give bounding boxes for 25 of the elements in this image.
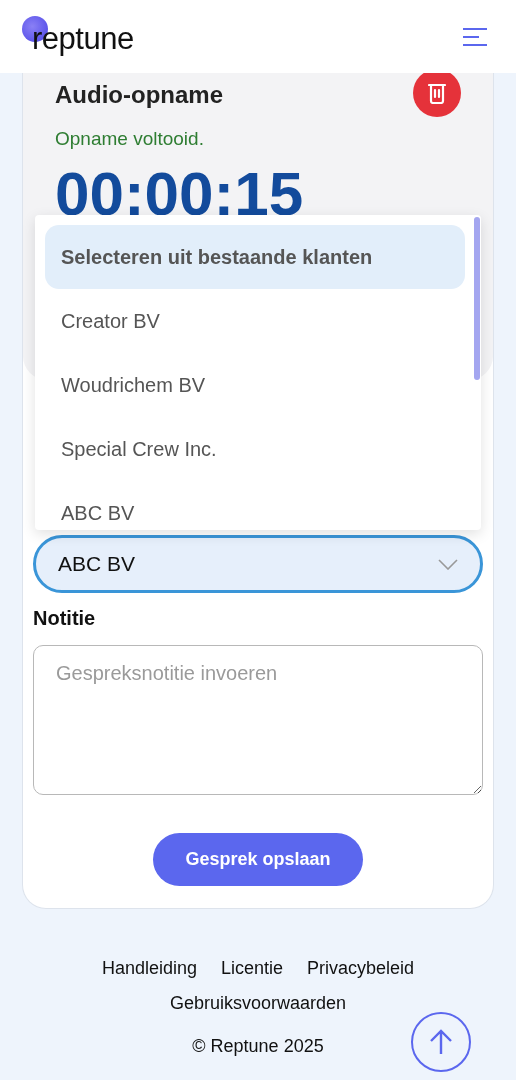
menu-icon[interactable] (462, 27, 488, 46)
footer-link[interactable]: Privacybeleid (307, 955, 415, 982)
timer: 00:00:15 (55, 159, 305, 228)
dropdown-option[interactable]: Woudrichem BV (45, 353, 465, 417)
footer-link[interactable]: Gebruiksvoorwaarden (169, 990, 347, 1017)
save-button[interactable]: Gesprek opslaan (153, 833, 363, 886)
dropdown-option[interactable]: Selecteren uit bestaande klanten (45, 225, 465, 289)
section-title: Audio-opname (55, 80, 223, 110)
scroll-top-button[interactable] (411, 1012, 471, 1072)
logo[interactable]: reptune (22, 15, 134, 58)
scrollbar-thumb[interactable] (474, 217, 480, 380)
note-field[interactable]: Gespreksnotitie invoeren (33, 645, 483, 795)
footer-link[interactable]: Handleiding (101, 955, 197, 982)
dropdown-option[interactable]: Special Crew Inc. (45, 417, 465, 481)
footer-link[interactable]: Licentie (221, 955, 284, 982)
delete-button[interactable] (413, 73, 461, 117)
arrow-up-icon (430, 1029, 452, 1055)
copyright-text: © Reptune 2025 (192, 1036, 324, 1056)
dropdown-option[interactable]: Creator BV (45, 289, 465, 353)
chevron-down-icon (438, 558, 458, 570)
trash-icon (428, 82, 446, 104)
dropdown-option[interactable]: ABC BV (45, 481, 465, 530)
client-field[interactable]: ABC BV (33, 535, 483, 593)
field-label: Notitie (33, 606, 97, 631)
status-text: Opname voltooid. (55, 127, 205, 151)
